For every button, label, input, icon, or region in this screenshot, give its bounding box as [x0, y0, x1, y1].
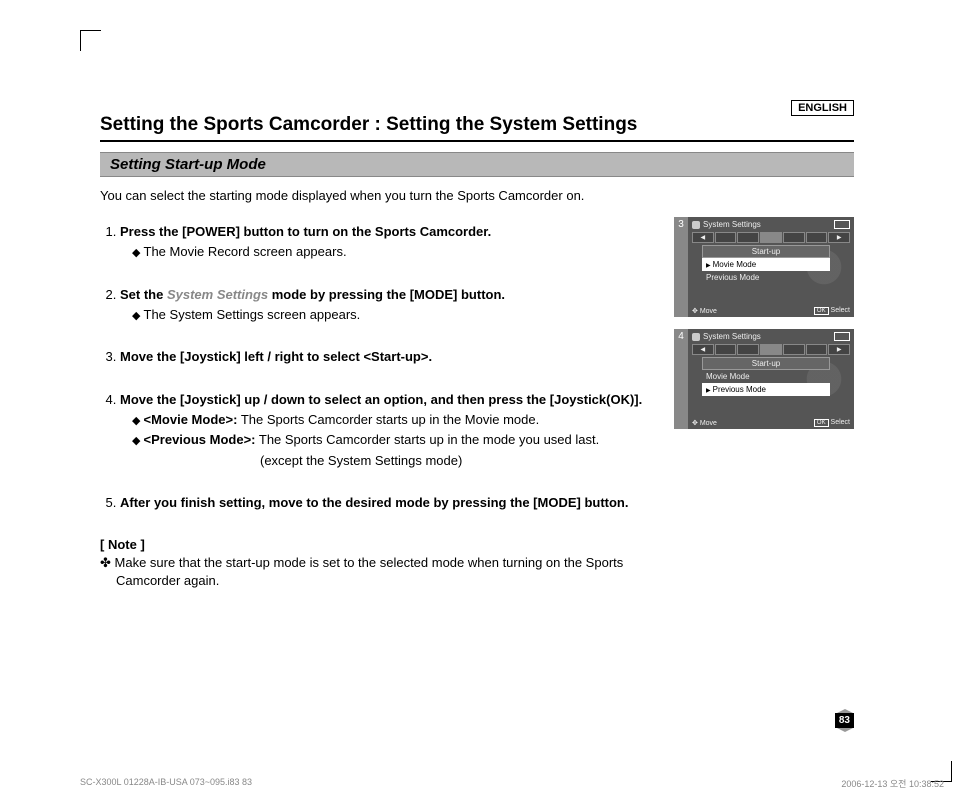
footer-left: SC-X300L 01228A-IB-USA 073~095.i83 83: [80, 777, 252, 790]
tab-icon: [715, 344, 737, 355]
figure-4: 4 System Settings ◀: [674, 329, 854, 429]
note-heading: [ Note ]: [100, 536, 654, 554]
figures-column: 3 System Settings ◀: [674, 187, 854, 590]
step-3-head: Move the [Joystick] left / right to sele…: [120, 349, 432, 364]
tab-icon: [715, 232, 737, 243]
figure-4-option-1: Movie Mode: [702, 370, 830, 383]
figure-3: 3 System Settings ◀: [674, 217, 854, 317]
page-title: Setting the Sports Camcorder : Setting t…: [100, 100, 854, 142]
print-footer: SC-X300L 01228A-IB-USA 073~095.i83 83 20…: [80, 777, 944, 790]
tab-icon: ◀: [692, 344, 714, 355]
settings-gear-icon: [692, 221, 700, 229]
footer-right: 2006-12-13 오전 10:38:52: [841, 777, 944, 790]
triangle-down-icon: [837, 728, 853, 732]
step-2-bullet-1: The System Settings screen appears.: [132, 306, 654, 324]
figure-3-option-1: Movie Mode: [702, 258, 830, 271]
tab-icon: [737, 344, 759, 355]
tab-icon: [760, 232, 782, 243]
intro-text: You can select the starting mode display…: [100, 187, 654, 205]
step-5-head: After you finish setting, move to the de…: [120, 495, 628, 510]
figure-4-option-2: Previous Mode: [702, 383, 830, 396]
step-1: Press the [POWER] button to turn on the …: [120, 223, 654, 262]
note-bullet-icon: ✤: [100, 555, 111, 570]
tab-icon: ◀: [692, 232, 714, 243]
step-4-bullet-2: <Previous Mode>: The Sports Camcorder st…: [132, 431, 654, 449]
figure-3-screen: System Settings ◀ ▶ Start-up Movie Mode: [688, 217, 854, 317]
step-3: Move the [Joystick] left / right to sele…: [120, 348, 654, 366]
page-number: 83: [835, 713, 854, 728]
move-hint: ✥ Move: [692, 307, 717, 315]
tab-icon: [783, 344, 805, 355]
tab-icon: [783, 232, 805, 243]
figure-3-title: System Settings: [703, 220, 761, 229]
text-column: You can select the starting mode display…: [100, 187, 654, 590]
language-badge: ENGLISH: [791, 100, 854, 116]
step-1-head: Press the [POWER] button to turn on the …: [120, 224, 491, 239]
tab-icon: [760, 344, 782, 355]
figure-3-number: 3: [674, 217, 688, 317]
select-hint: OK Select: [814, 419, 850, 427]
tab-icon: [806, 232, 828, 243]
figure-3-tab-label: Start-up: [702, 245, 830, 258]
section-subtitle: Setting Start-up Mode: [100, 152, 854, 177]
settings-gear-icon: [692, 333, 700, 341]
step-5: After you finish setting, move to the de…: [120, 494, 654, 512]
battery-icon: [834, 220, 850, 229]
page-content: ENGLISH Setting the Sports Camcorder : S…: [100, 100, 854, 762]
step-4: Move the [Joystick] up / down to select …: [120, 391, 654, 470]
figure-4-title: System Settings: [703, 332, 761, 341]
figure-4-number: 4: [674, 329, 688, 429]
tab-icon: ▶: [828, 344, 850, 355]
step-4-head: Move the [Joystick] up / down to select …: [120, 392, 642, 407]
step-2: Set the System Settings mode by pressing…: [120, 286, 654, 325]
tab-icon: [806, 344, 828, 355]
note-text: Make sure that the start-up mode is set …: [115, 555, 624, 588]
select-hint: OK Select: [814, 307, 850, 315]
note-body: ✤ Make sure that the start-up mode is se…: [100, 554, 654, 590]
page-number-decoration: 83: [835, 709, 854, 732]
step-4-subtext: (except the System Settings mode): [120, 452, 654, 470]
step-1-bullet-1: The Movie Record screen appears.: [132, 243, 654, 261]
crop-mark-tl: [80, 30, 101, 51]
tab-icon: ▶: [828, 232, 850, 243]
move-hint: ✥ Move: [692, 419, 717, 427]
battery-icon: [834, 332, 850, 341]
tab-icon: [737, 232, 759, 243]
figure-3-option-2: Previous Mode: [702, 271, 830, 284]
step-4-bullet-1: <Movie Mode>: The Sports Camcorder start…: [132, 411, 654, 429]
figure-4-screen: System Settings ◀ ▶ Start-up Movie Mode: [688, 329, 854, 429]
figure-4-tab-label: Start-up: [702, 357, 830, 370]
step-2-head: Set the System Settings mode by pressing…: [120, 287, 505, 302]
